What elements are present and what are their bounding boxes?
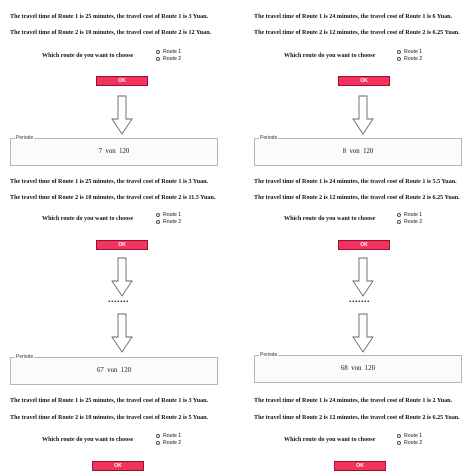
question-text: Which route do you want to choose [284, 437, 376, 443]
ok-button[interactable]: OK [92, 461, 144, 471]
radio-route2[interactable] [397, 440, 401, 445]
route1-option[interactable]: Route 1 [156, 48, 181, 55]
route2-option[interactable]: Route 2 [156, 439, 181, 446]
down-arrow-icon [111, 95, 133, 135]
ellipsis: ....... [108, 294, 130, 304]
periode-counter: 7 von 120 [98, 148, 130, 155]
route1-option[interactable]: Route 1 [156, 432, 181, 439]
route2-info: The travel time of Route 2 is 10 minutes… [10, 30, 212, 36]
route-radio-group: Route 1 Route 2 [397, 48, 422, 62]
route-radio-group: Route 1 Route 2 [156, 432, 181, 446]
down-arrow-icon [352, 257, 374, 297]
radio-route1[interactable] [156, 49, 160, 54]
route1-option[interactable]: Route 1 [397, 48, 422, 55]
route1-info: The travel time of Route 1 is 24 minutes… [254, 179, 457, 185]
down-arrow-icon [111, 313, 133, 353]
route2-option[interactable]: Route 2 [397, 218, 422, 225]
radio-route1[interactable] [397, 212, 401, 217]
radio-route2[interactable] [156, 440, 160, 445]
route1-info: The travel time of Route 1 is 25 minutes… [10, 179, 209, 185]
question-text: Which route do you want to choose [284, 216, 376, 222]
radio-route2[interactable] [156, 219, 160, 224]
ok-button[interactable]: OK [96, 240, 148, 250]
route2-info: The travel time of Route 2 is 12 minutes… [254, 195, 460, 201]
route1-option[interactable]: Route 1 [156, 211, 181, 218]
periode-box: Periode 7 von 120 [10, 135, 218, 166]
radio-route2[interactable] [397, 56, 401, 61]
route2-option[interactable]: Route 2 [397, 439, 422, 446]
radio-route1[interactable] [397, 433, 401, 438]
periode-box: Periode 8 von 120 [254, 135, 462, 166]
right-sequence: The travel time of Route 1 is 24 minutes… [248, 0, 474, 474]
ok-button[interactable]: OK [338, 240, 390, 250]
down-arrow-icon [111, 257, 133, 297]
periode-label: Periode [15, 135, 35, 141]
route-radio-group: Route 1 Route 2 [397, 432, 422, 446]
route2-option[interactable]: Route 2 [397, 55, 422, 62]
route1-info: The travel time of Route 1 is 24 minutes… [254, 398, 453, 404]
question-text: Which route do you want to choose [42, 53, 134, 59]
route2-info: The travel time of Route 2 is 12 minutes… [254, 415, 460, 421]
route1-option[interactable]: Route 1 [397, 432, 422, 439]
periode-label: Periode [259, 352, 279, 358]
periode-counter: 8 von 120 [342, 148, 374, 155]
radio-route1[interactable] [156, 212, 160, 217]
question-text: Which route do you want to choose [284, 53, 376, 59]
question-text: Which route do you want to choose [42, 437, 134, 443]
radio-route1[interactable] [397, 49, 401, 54]
route-radio-group: Route 1 Route 2 [156, 211, 181, 225]
route1-info: The travel time of Route 1 is 24 minutes… [254, 14, 453, 20]
ok-button[interactable]: OK [96, 76, 148, 86]
left-sequence: The travel time of Route 1 is 25 minutes… [4, 0, 234, 474]
down-arrow-icon [352, 95, 374, 135]
route-radio-group: Route 1 Route 2 [397, 211, 422, 225]
route2-info: The travel time of Route 2 is 10 minutes… [10, 195, 216, 201]
route1-info: The travel time of Route 1 is 25 minutes… [10, 398, 209, 404]
periode-label: Periode [15, 354, 35, 360]
route2-option[interactable]: Route 2 [156, 218, 181, 225]
radio-route1[interactable] [156, 433, 160, 438]
radio-route2[interactable] [397, 219, 401, 224]
ok-button[interactable]: OK [338, 76, 390, 86]
ellipsis: ....... [349, 294, 371, 304]
periode-counter: 67 von 120 [97, 367, 131, 374]
route1-option[interactable]: Route 1 [397, 211, 422, 218]
route-radio-group: Route 1 Route 2 [156, 48, 181, 62]
question-text: Which route do you want to choose [42, 216, 134, 222]
route1-info: The travel time of Route 1 is 25 minutes… [10, 14, 209, 20]
route2-info: The travel time of Route 2 is 10 minutes… [10, 415, 209, 421]
radio-route2[interactable] [156, 56, 160, 61]
ok-button[interactable]: OK [334, 461, 386, 471]
periode-box: Periode 68 von 120 [254, 352, 462, 383]
route2-option[interactable]: Route 2 [156, 55, 181, 62]
periode-label: Periode [259, 135, 279, 141]
periode-counter: 68 von 120 [341, 365, 375, 372]
periode-box: Periode 67 von 120 [10, 354, 218, 385]
route2-info: The travel time of Route 2 is 12 minutes… [254, 30, 460, 36]
down-arrow-icon [352, 313, 374, 353]
